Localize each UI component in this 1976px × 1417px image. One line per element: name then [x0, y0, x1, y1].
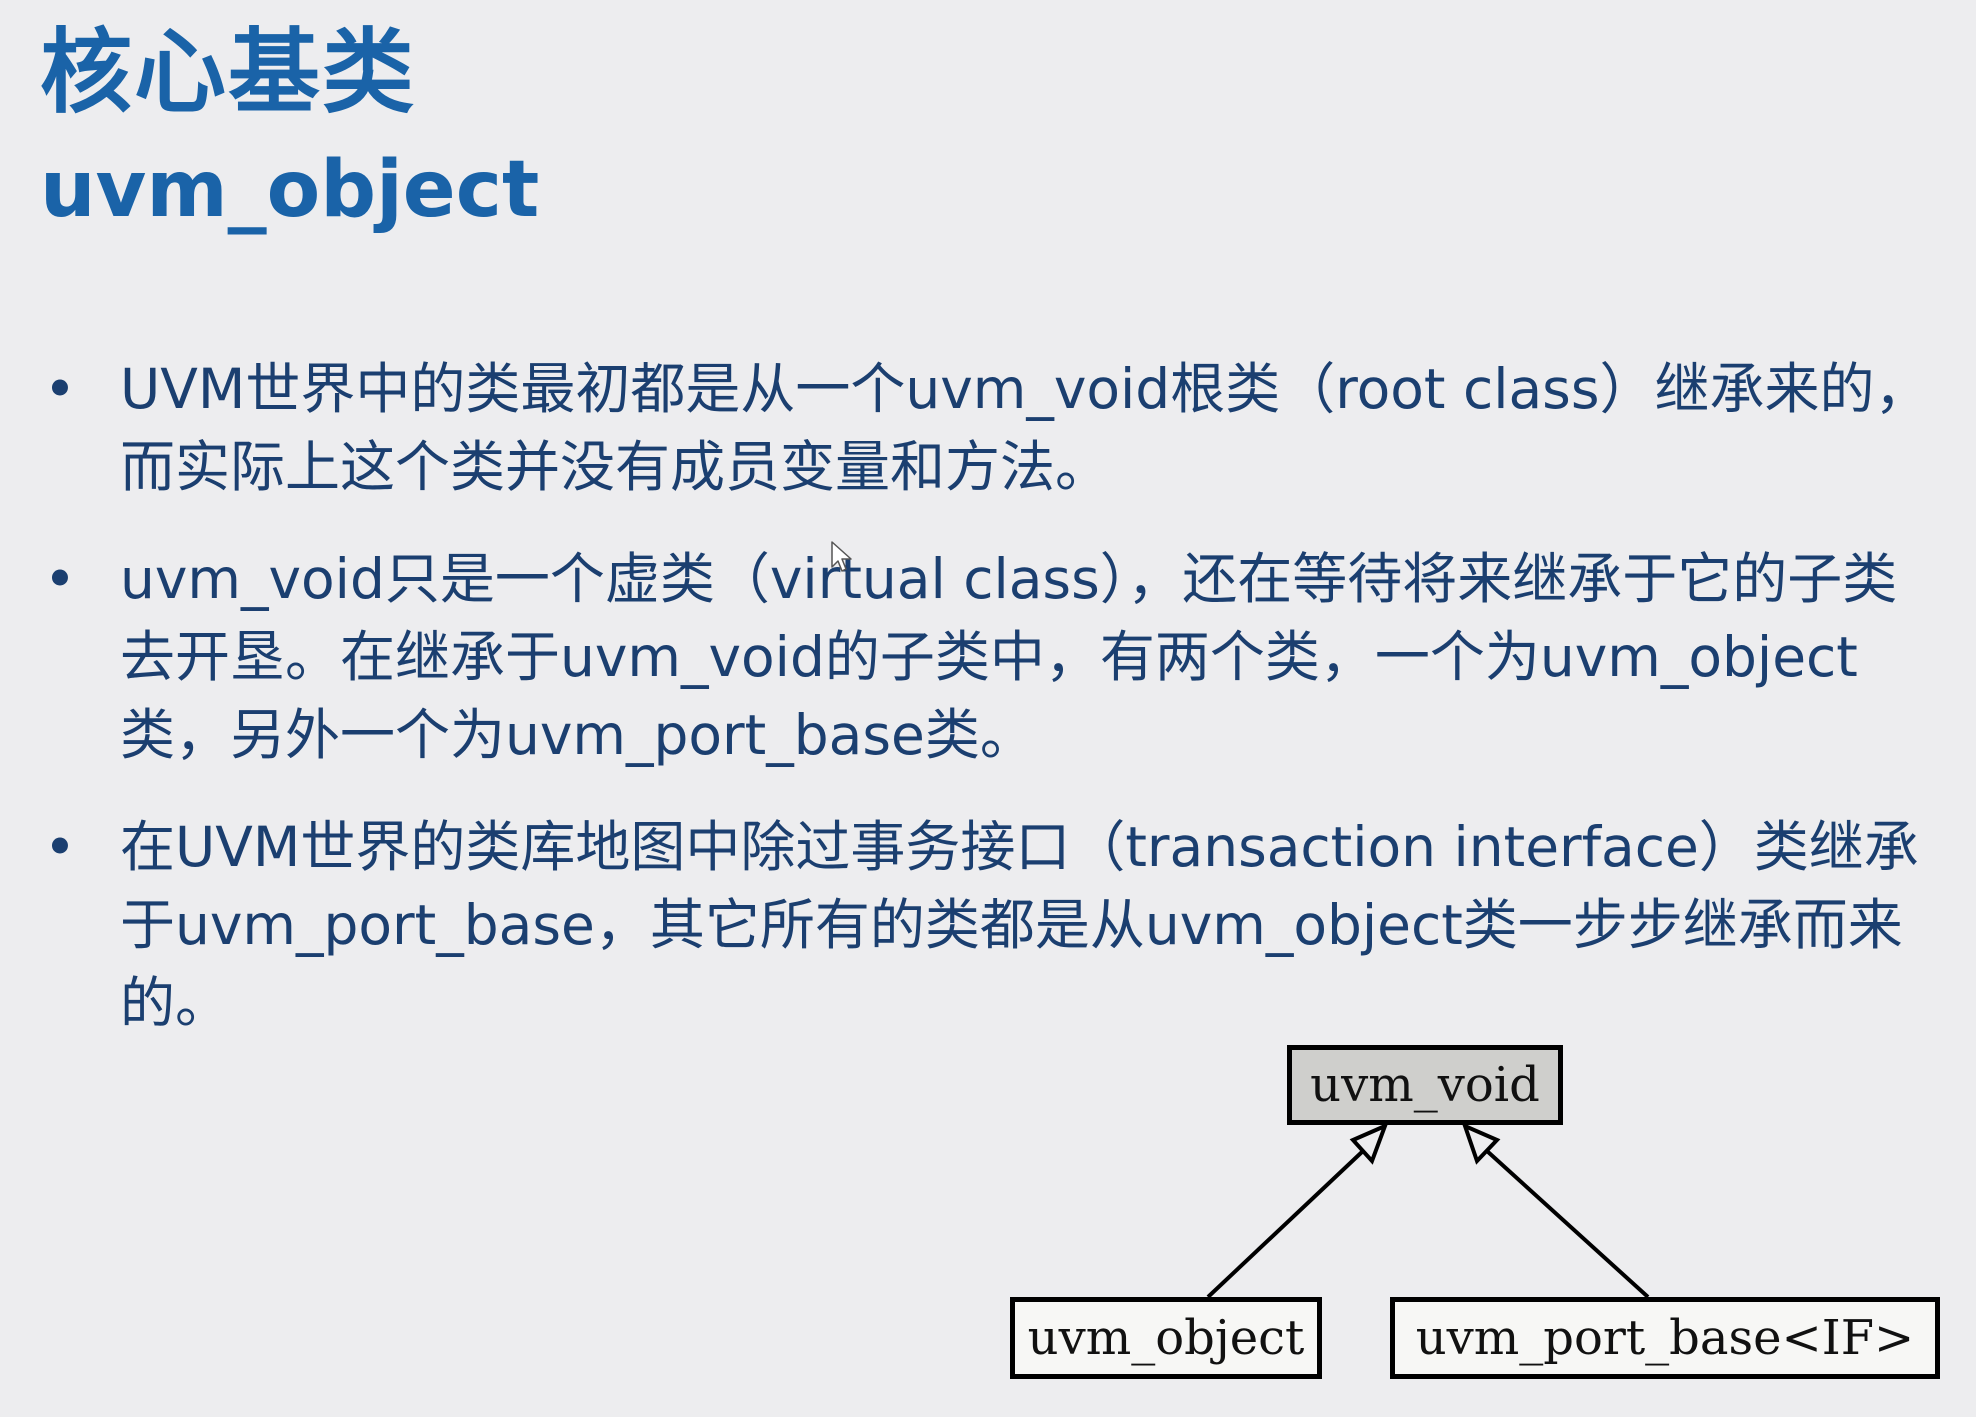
inheritance-edge-object — [1206, 1122, 1389, 1299]
inheritance-edge-port-base — [1461, 1122, 1650, 1299]
bullet-dot-icon: • — [43, 815, 77, 879]
bullet-text-2: uvm_void只是一个虚类（virtual class），还在等待将来继承于它… — [120, 547, 1898, 767]
uvm-object-class-box: uvm_object — [1010, 1297, 1322, 1379]
bullet-list: • UVM世界中的类最初都是从一个uvm_void根类（root class）继… — [0, 350, 1976, 1076]
bullet-item-1: • UVM世界中的类最初都是从一个uvm_void根类（root class）继… — [0, 350, 1976, 506]
bullet-text-1: UVM世界中的类最初都是从一个uvm_void根类（root class）继承来… — [120, 357, 1930, 499]
slide-subtitle: uvm_object — [40, 145, 540, 235]
mouse-pointer-icon — [831, 541, 852, 572]
bullet-dot-icon: • — [43, 547, 77, 611]
bullet-text-3: 在UVM世界的类库地图中除过事务接口（transaction interface… — [120, 815, 1919, 1035]
bullet-item-2: • uvm_void只是一个虚类（virtual class），还在等待将来继承… — [0, 540, 1976, 774]
slide: 核心基类 uvm_object • UVM世界中的类最初都是从一个uvm_voi… — [0, 0, 1976, 1417]
slide-title: 核心基类 — [40, 19, 417, 126]
uvm-void-class-box: uvm_void — [1287, 1045, 1563, 1125]
uvm-port-base-class-box: uvm_port_base<IF> — [1390, 1297, 1940, 1379]
bullet-item-3: • 在UVM世界的类库地图中除过事务接口（transaction interfa… — [0, 808, 1976, 1042]
bullet-dot-icon: • — [43, 357, 77, 421]
